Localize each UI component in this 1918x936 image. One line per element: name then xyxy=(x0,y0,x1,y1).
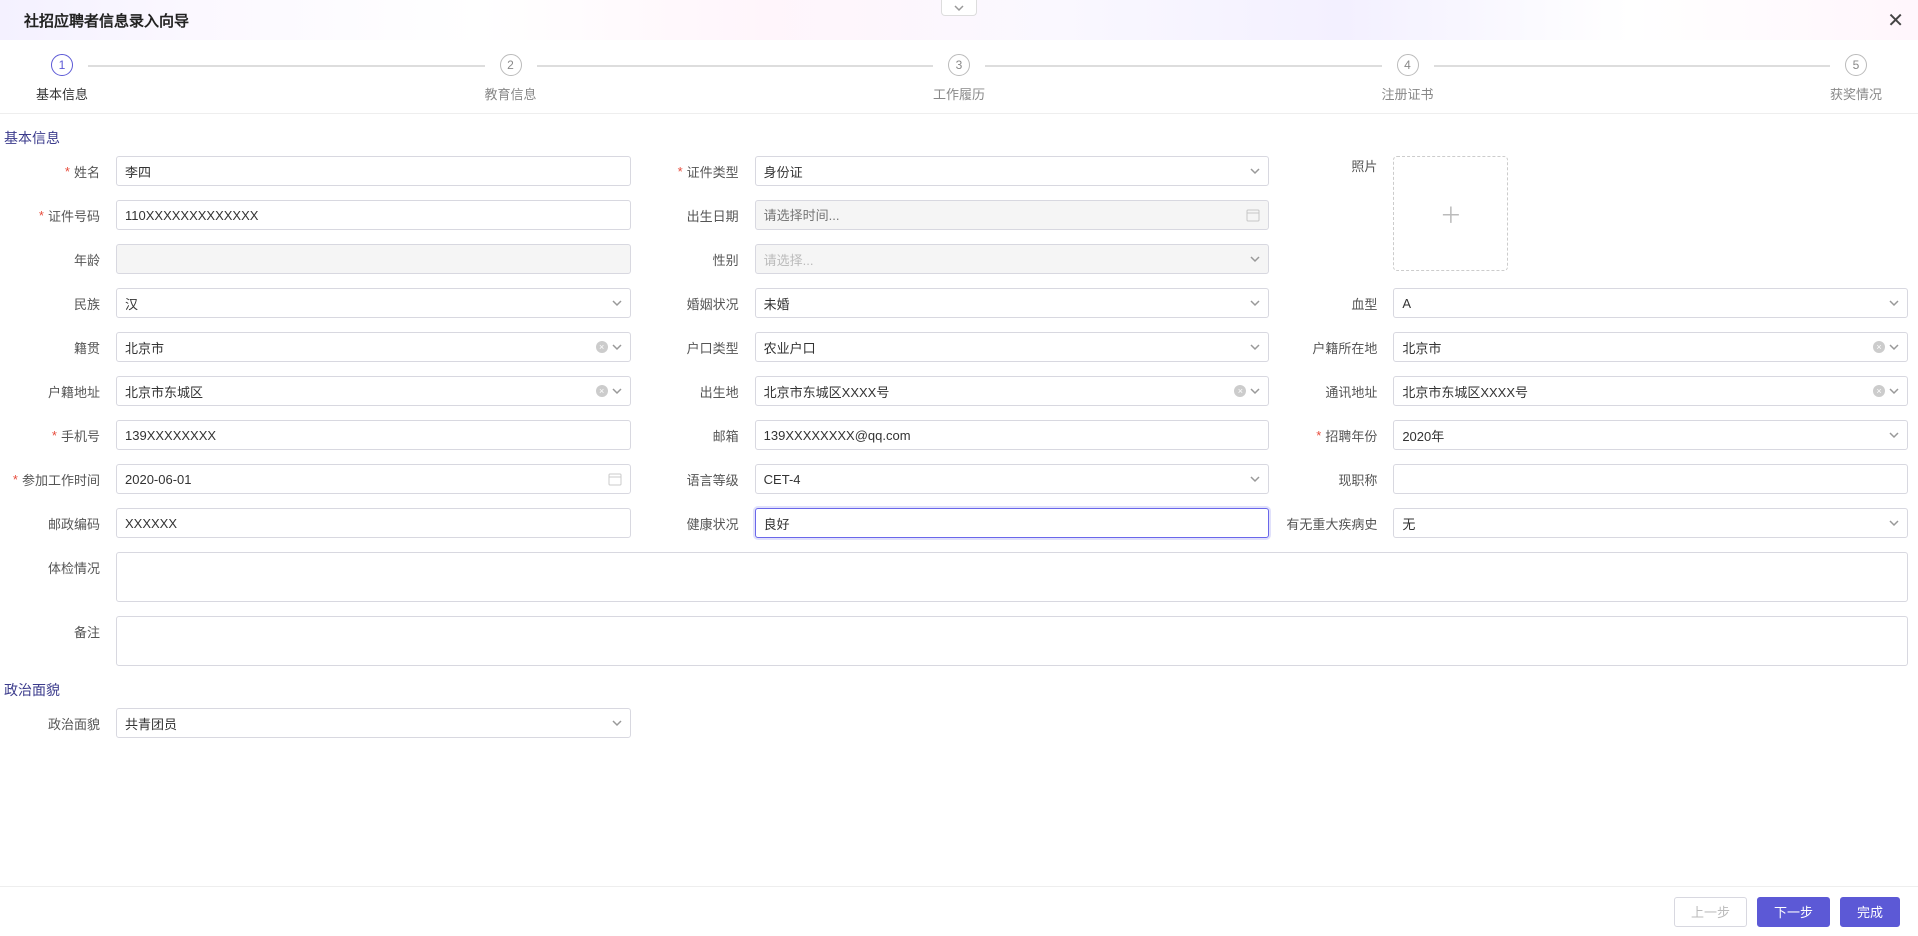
step-line xyxy=(985,65,1381,67)
basic-form: *姓名 *证件类型 身份证 照片 ＋ *证件号码 出生日期 年龄 性别 请选择.… xyxy=(0,156,1918,666)
step-number: 1 xyxy=(51,54,73,76)
label-name: *姓名 xyxy=(4,156,104,186)
label-age: 年龄 xyxy=(4,244,104,274)
hukou-type-select[interactable]: 农业户口 xyxy=(755,332,1270,362)
step-education[interactable]: 2 教育信息 xyxy=(485,54,537,103)
close-icon[interactable]: ✕ xyxy=(1887,8,1904,33)
step-basic[interactable]: 1 基本信息 xyxy=(36,54,88,103)
plus-icon: ＋ xyxy=(1440,198,1462,230)
label-postcode: 邮政编码 xyxy=(4,508,104,538)
step-number: 5 xyxy=(1845,54,1867,76)
label-current-title: 现职称 xyxy=(1281,464,1381,494)
step-label: 获奖情况 xyxy=(1830,84,1882,103)
postcode-field[interactable] xyxy=(116,508,631,538)
step-cert[interactable]: 4 注册证书 xyxy=(1382,54,1434,103)
political-form: 政治面貌 共青团员 xyxy=(0,708,1918,738)
step-line xyxy=(88,65,484,67)
dialog-title: 社招应聘者信息录入向导 xyxy=(24,10,189,31)
step-work[interactable]: 3 工作履历 xyxy=(933,54,985,103)
health-field[interactable] xyxy=(755,508,1270,538)
label-hukou-type: 户口类型 xyxy=(643,332,743,362)
label-hukou-address: 户籍地址 xyxy=(4,376,104,406)
label-phone: *手机号 xyxy=(4,420,104,450)
native-place-select[interactable]: 北京市× xyxy=(116,332,631,362)
form-scroll[interactable]: 基本信息 *姓名 *证件类型 身份证 照片 ＋ *证件号码 出生日期 年龄 性别… xyxy=(0,114,1918,886)
done-button[interactable]: 完成 xyxy=(1840,897,1900,927)
current-title-field[interactable] xyxy=(1393,464,1908,494)
major-illness-select[interactable]: 无 xyxy=(1393,508,1908,538)
label-id-type: *证件类型 xyxy=(643,156,743,186)
label-gender: 性别 xyxy=(643,244,743,274)
age-field xyxy=(116,244,631,274)
step-label: 基本信息 xyxy=(36,84,88,103)
label-recruit-year: *招聘年份 xyxy=(1281,420,1381,450)
label-ethnicity: 民族 xyxy=(4,288,104,318)
marital-select[interactable]: 未婚 xyxy=(755,288,1270,318)
label-exam-status: 体检情况 xyxy=(4,552,104,582)
label-photo: 照片 xyxy=(1281,156,1381,186)
email-field[interactable] xyxy=(755,420,1270,450)
remark-field[interactable] xyxy=(116,616,1908,666)
id-number-field[interactable] xyxy=(116,200,631,230)
wizard-footer: 上一步 下一步 完成 xyxy=(0,886,1918,936)
close-icon[interactable]: × xyxy=(1234,385,1246,397)
step-line xyxy=(537,65,933,67)
step-awards[interactable]: 5 获奖情况 xyxy=(1830,54,1882,103)
next-button[interactable]: 下一步 xyxy=(1757,897,1830,927)
close-icon[interactable]: × xyxy=(1873,341,1885,353)
section-basic-title: 基本信息 xyxy=(0,114,1918,156)
work-start-field[interactable] xyxy=(116,464,631,494)
label-work-start: *参加工作时间 xyxy=(4,464,104,494)
label-email: 邮箱 xyxy=(643,420,743,450)
recruit-year-select[interactable]: 2020年 xyxy=(1393,420,1908,450)
step-label: 工作履历 xyxy=(933,84,985,103)
label-health: 健康状况 xyxy=(643,508,743,538)
label-mail-address: 通讯地址 xyxy=(1281,376,1381,406)
birth-place-select[interactable]: 北京市东城区XXXX号× xyxy=(755,376,1270,406)
birth-date-field xyxy=(755,200,1270,230)
name-field[interactable] xyxy=(116,156,631,186)
political-select[interactable]: 共青团员 xyxy=(116,708,631,738)
label-birth-place: 出生地 xyxy=(643,376,743,406)
wizard-steps: 1 基本信息 2 教育信息 3 工作履历 4 注册证书 5 获奖情况 xyxy=(0,40,1918,114)
close-icon[interactable]: × xyxy=(1873,385,1885,397)
label-birth-date: 出生日期 xyxy=(643,200,743,230)
top-handle[interactable] xyxy=(941,0,977,16)
blood-select[interactable]: A xyxy=(1393,288,1908,318)
step-label: 注册证书 xyxy=(1382,84,1434,103)
label-lang-level: 语言等级 xyxy=(643,464,743,494)
label-remark: 备注 xyxy=(4,616,104,646)
label-id-number: *证件号码 xyxy=(4,200,104,230)
step-label: 教育信息 xyxy=(485,84,537,103)
close-icon[interactable]: × xyxy=(596,341,608,353)
mail-address-select[interactable]: 北京市东城区XXXX号× xyxy=(1393,376,1908,406)
label-native-place: 籍贯 xyxy=(4,332,104,362)
step-number: 3 xyxy=(948,54,970,76)
hukou-address-select[interactable]: 北京市东城区× xyxy=(116,376,631,406)
step-line xyxy=(1434,65,1830,67)
label-major-illness: 有无重大疾病史 xyxy=(1281,508,1381,538)
label-political: 政治面貌 xyxy=(4,708,104,738)
exam-status-field[interactable] xyxy=(116,552,1908,602)
id-type-select[interactable]: 身份证 xyxy=(755,156,1270,186)
hukou-location-select[interactable]: 北京市× xyxy=(1393,332,1908,362)
label-marital: 婚姻状况 xyxy=(643,288,743,318)
ethnicity-select[interactable]: 汉 xyxy=(116,288,631,318)
label-blood: 血型 xyxy=(1281,288,1381,318)
prev-button: 上一步 xyxy=(1674,897,1747,927)
gender-select: 请选择... xyxy=(755,244,1270,274)
phone-field[interactable] xyxy=(116,420,631,450)
step-number: 2 xyxy=(500,54,522,76)
step-number: 4 xyxy=(1397,54,1419,76)
photo-upload[interactable]: ＋ xyxy=(1393,156,1508,271)
lang-level-select[interactable]: CET-4 xyxy=(755,464,1270,494)
section-political-title: 政治面貌 xyxy=(0,666,1918,708)
label-hukou-location: 户籍所在地 xyxy=(1281,332,1381,362)
close-icon[interactable]: × xyxy=(596,385,608,397)
